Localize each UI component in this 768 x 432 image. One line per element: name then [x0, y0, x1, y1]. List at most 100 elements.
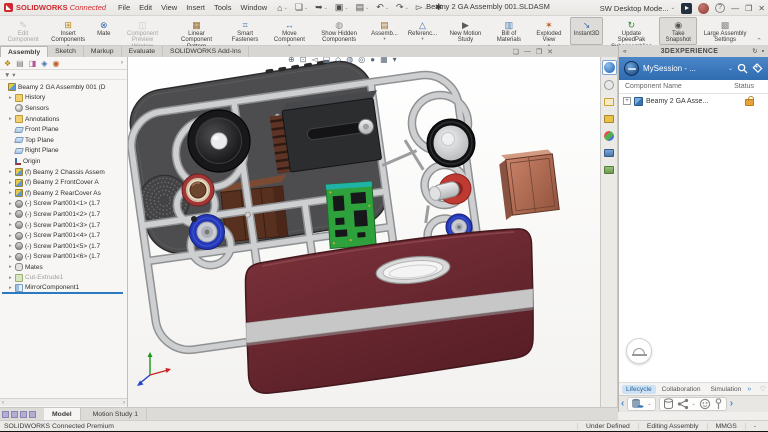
doc-cascade-icon[interactable]: ❏ — [513, 48, 519, 56]
splitter-button[interactable] — [2, 411, 9, 418]
doc-close-icon[interactable]: ✕ — [547, 48, 553, 56]
tree-item[interactable]: Beamy 2 GA Assembly 001 (D — [2, 82, 127, 93]
part-speaker-driver-right[interactable] — [427, 119, 475, 167]
share-network-icon[interactable] — [677, 398, 689, 410]
dimxpert-manager-tab[interactable]: ◈ — [41, 58, 47, 69]
part-front-cover[interactable] — [246, 229, 534, 393]
scroll-right-arrow[interactable]: › — [123, 400, 125, 406]
ribbon-button[interactable]: Large Assembly Settings — [699, 17, 751, 45]
tree-item[interactable]: Origin — [2, 156, 127, 167]
qat-button[interactable]: ⌂⌄ — [277, 3, 288, 13]
search-icon[interactable] — [737, 63, 748, 74]
help-button[interactable]: ? — [715, 3, 725, 13]
panel-tab[interactable]: Collaboration — [658, 385, 705, 394]
ribbon-button[interactable]: Move Component — [268, 17, 311, 45]
assistant-button[interactable] — [626, 338, 652, 364]
splitter-button[interactable] — [29, 411, 36, 418]
menu-item[interactable]: Window — [240, 3, 267, 12]
qat-button[interactable]: ▣⌄ — [335, 2, 349, 13]
panel-tab[interactable]: Lifecycle — [622, 385, 656, 394]
edit-appearance-icon[interactable]: ● — [370, 57, 375, 66]
expand-node-button[interactable]: + — [623, 97, 631, 105]
zoom-area-icon[interactable]: ⊡ — [300, 57, 307, 66]
previous-view-icon[interactable]: ◅ — [311, 57, 317, 66]
taskpane-3dexperience-icon[interactable] — [602, 60, 617, 75]
3dexperience-launcher-icon[interactable] — [681, 3, 692, 14]
tree-item[interactable]: (-) Screw Part001<3> (1.7 — [2, 220, 127, 231]
tree-item[interactable]: (-) Screw Part001<4> (1.7 — [2, 230, 127, 241]
display-manager-tab[interactable]: ◉ — [52, 58, 59, 69]
property-manager-tab[interactable]: ▤ — [16, 58, 24, 69]
tree-horizontal-scrollbar[interactable]: ‹ › — [0, 398, 127, 406]
graphics-area[interactable]: ⊕⊡◅⬓◇◍◎●▦▾ — [128, 57, 600, 407]
tree-item[interactable]: (-) Screw Part001<5> (1.7 — [2, 241, 127, 252]
session-selector[interactable]: MySession - ... — [643, 64, 724, 73]
tree-item[interactable]: Annotations — [2, 114, 127, 125]
menu-item[interactable]: Tools — [214, 3, 232, 12]
view-orientation-icon[interactable]: ◇ — [335, 57, 341, 66]
model-tab[interactable]: Model — [44, 408, 81, 421]
splitter-button[interactable] — [11, 411, 18, 418]
ribbon-button[interactable]: Insert Components — [45, 17, 91, 45]
qat-button[interactable]: ▤⌄ — [356, 2, 370, 13]
actions-scroll-right[interactable]: › — [730, 397, 733, 411]
tree-item[interactable]: Mates — [2, 262, 127, 273]
tree-item[interactable]: Front Plane — [2, 124, 127, 135]
data-stack-icon[interactable] — [631, 398, 644, 410]
part-copper-block[interactable] — [498, 149, 560, 220]
ribbon-button[interactable]: Smart Fasteners — [225, 17, 266, 45]
section-view-icon[interactable]: ⬓ — [323, 57, 331, 66]
ribbon-button[interactable]: Show Hidden Components — [313, 17, 365, 45]
featuremanager-tree-tab[interactable]: ❖ — [4, 58, 11, 69]
zoom-fit-icon[interactable]: ⊕ — [288, 57, 295, 66]
apply-scene-icon[interactable]: ▦ — [380, 57, 388, 66]
tree-item[interactable]: (f) Beamy 2 FrontCover A — [2, 177, 127, 188]
qat-button[interactable]: ❏⌄ — [295, 2, 308, 13]
doc-restore-icon[interactable]: ❐ — [536, 48, 542, 56]
doc-minimize-icon[interactable]: — — [524, 48, 531, 55]
taskpane-toolbox-icon[interactable] — [602, 111, 617, 126]
user-avatar[interactable] — [698, 3, 709, 14]
viewport-canvas[interactable] — [128, 57, 600, 407]
database-icon[interactable] — [663, 398, 674, 410]
actions-scroll-left[interactable]: ‹ — [621, 397, 624, 411]
ribbon-button[interactable]: Exploded View — [530, 17, 568, 45]
more-tabs-icon[interactable]: » — [747, 386, 751, 393]
tree-item[interactable]: (-) Screw Part001<2> (1.7 — [2, 209, 127, 220]
tree-item[interactable]: Right Plane — [2, 146, 127, 157]
part-circuit-board[interactable] — [326, 181, 376, 248]
ribbon-button[interactable]: Bill of Materials — [490, 17, 528, 45]
ribbon-button[interactable]: Instant3D — [570, 17, 604, 45]
tree-item[interactable]: (f) Beamy 2 RearCover As — [2, 188, 127, 199]
taskpane-custom-properties-icon[interactable] — [602, 145, 617, 160]
tree-filter[interactable]: ▼ ▾ — [0, 70, 127, 80]
collaborator-icon[interactable] — [699, 398, 711, 410]
restore-button[interactable]: ❐ — [745, 4, 752, 13]
mode-selector[interactable]: SW Desktop Mode...⌄ — [600, 4, 675, 13]
dropdown-arrow-icon[interactable]: ⌄ — [692, 401, 696, 407]
ribbon-button[interactable]: Linear Component Pattern — [171, 17, 223, 45]
ribbon-button[interactable]: Mate — [93, 17, 114, 45]
model-tab[interactable]: Motion Study 1 — [85, 408, 147, 421]
menu-item[interactable]: Insert — [186, 3, 205, 12]
scroll-left-arrow[interactable]: ‹ — [2, 400, 4, 406]
part-speaker-driver-left[interactable] — [188, 110, 250, 172]
component-row[interactable]: + Beamy 2 GA Asse... — [619, 94, 768, 108]
qat-button[interactable]: ➥⌄ — [315, 2, 328, 13]
tag-icon[interactable] — [752, 63, 763, 74]
tree-item[interactable]: Cut-Extrude1 — [2, 273, 127, 284]
view-settings-icon[interactable]: ▾ — [393, 57, 397, 66]
pin-icon[interactable] — [714, 398, 723, 410]
favorite-icon[interactable]: ♡ — [760, 385, 766, 393]
commandmanager-tab[interactable]: Evaluate — [122, 46, 163, 57]
tree-item[interactable]: (f) Beamy 2 Chassis Assem — [2, 167, 127, 178]
dropdown-arrow-icon[interactable]: ⌄ — [647, 401, 651, 407]
ribbon-collapse-arrow[interactable]: ⌃ — [752, 37, 766, 45]
commandmanager-tab[interactable]: Sketch — [48, 46, 84, 57]
minimize-button[interactable]: — — [731, 4, 739, 13]
3dexperience-compass-icon[interactable] — [624, 61, 639, 76]
hide-show-icon[interactable]: ◎ — [358, 57, 365, 66]
ribbon-button[interactable]: Component Preview Window — [117, 17, 169, 45]
tree-item[interactable]: Top Plane — [2, 135, 127, 146]
ribbon-button[interactable]: New Motion Study — [443, 17, 487, 45]
